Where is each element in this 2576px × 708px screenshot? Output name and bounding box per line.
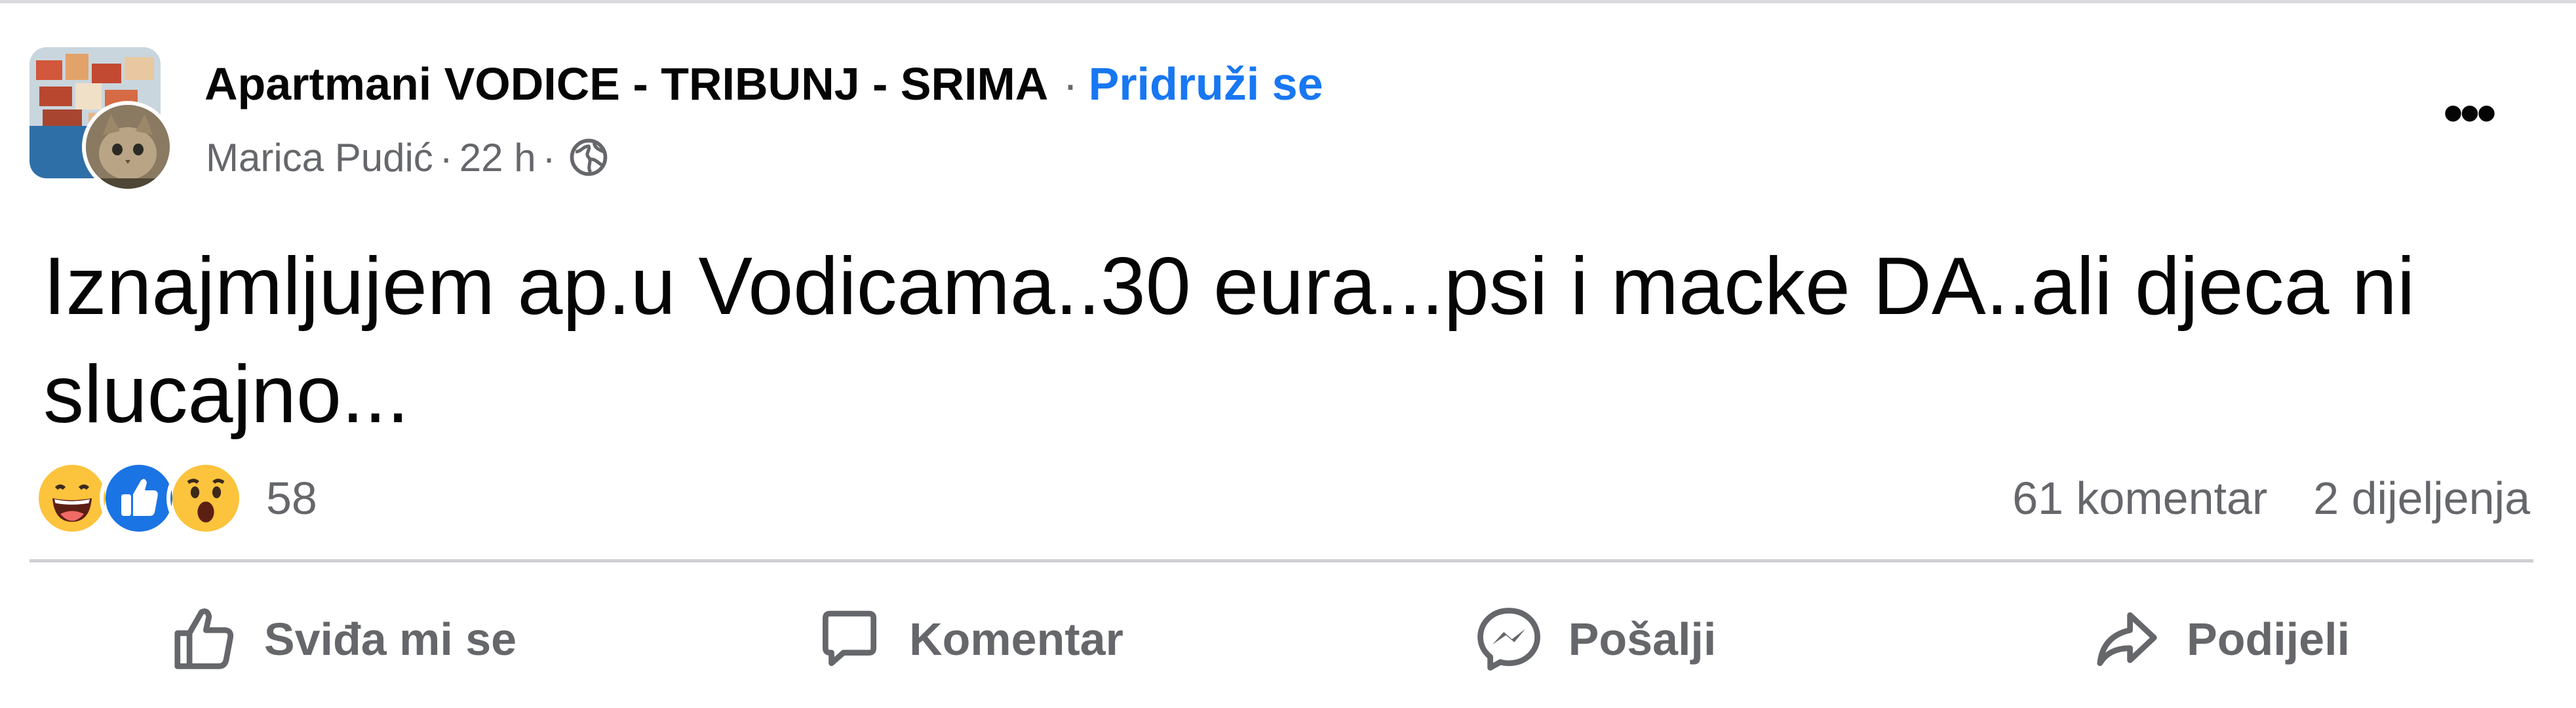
comment-icon: [813, 603, 886, 675]
author-avatar[interactable]: [82, 101, 174, 193]
comment-button[interactable]: Komentar: [655, 577, 1281, 701]
messenger-icon: [1473, 603, 1545, 675]
avatar-stack[interactable]: [29, 47, 177, 195]
send-label: Pošalji: [1568, 614, 1717, 665]
group-name-link[interactable]: Apartmani VODICE - TRIBUNJ - SRIMA: [205, 58, 1048, 110]
post-header-title: Apartmani VODICE - TRIBUNJ - SRIMA · Pri…: [205, 51, 1323, 117]
separator-dot: ·: [542, 135, 556, 180]
separator-dot: ·: [439, 135, 453, 180]
thumbs-up-icon: [168, 603, 241, 675]
post-message: Iznajmljujem ap.u Vodicama..30 eura...ps…: [43, 241, 2415, 440]
comment-label: Komentar: [909, 614, 1123, 665]
post-meta: Marica Pudić · 22 h ·: [206, 128, 611, 187]
send-button[interactable]: Pošalji: [1281, 577, 1907, 701]
top-border: [0, 0, 2576, 3]
share-label: Podijeli: [2187, 614, 2350, 665]
reaction-count: 58: [266, 473, 317, 524]
share-button[interactable]: Podijeli: [1907, 577, 2533, 701]
reactions-summary[interactable]: 58: [33, 459, 317, 538]
divider: [29, 559, 2533, 562]
like-button[interactable]: Sviđa mi se: [29, 577, 655, 701]
comments-count-link[interactable]: 61 komentar: [2012, 472, 2267, 524]
share-arrow-icon: [2091, 603, 2163, 675]
shares-count-link[interactable]: 2 dijeljenja: [2313, 472, 2530, 524]
globe-icon[interactable]: [566, 135, 611, 180]
wow-icon: [166, 459, 245, 538]
join-group-link[interactable]: Pridruži se: [1089, 58, 1323, 110]
author-name-link[interactable]: Marica Pudić: [206, 135, 433, 180]
like-label: Sviđa mi se: [263, 614, 517, 665]
action-bar: Sviđa mi se Komentar Pošalji Podijeli: [29, 577, 2533, 701]
engagement-stats: 61 komentar 2 dijeljenja: [2012, 469, 2530, 528]
separator-dot: ·: [1063, 58, 1078, 109]
more-options-button[interactable]: •••: [2425, 81, 2510, 146]
post-timestamp[interactable]: 22 h: [459, 135, 536, 180]
